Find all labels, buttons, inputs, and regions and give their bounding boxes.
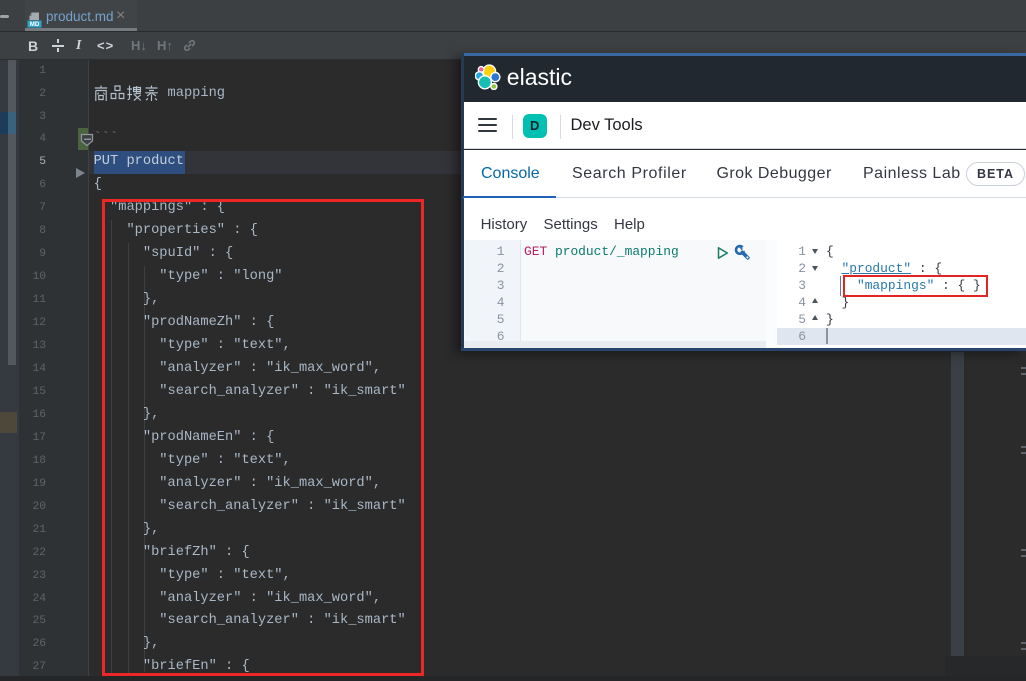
svg-text:MD: MD: [30, 21, 40, 28]
